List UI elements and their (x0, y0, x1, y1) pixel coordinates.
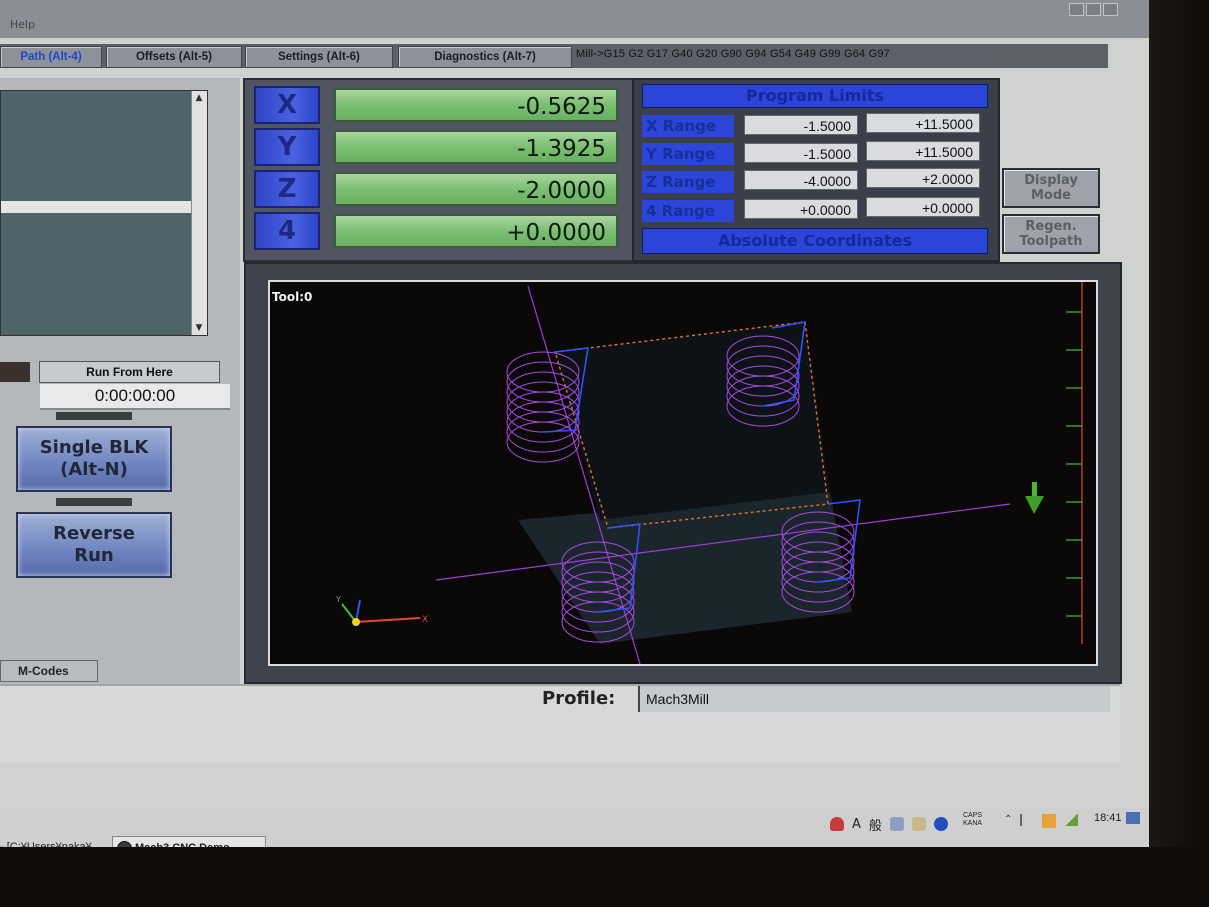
single-block-label: Single BLK (39, 437, 149, 458)
run-from-here-button[interactable]: Run From Here (39, 361, 220, 383)
y-range-label: Y Range (642, 143, 734, 165)
menu-help[interactable]: Help (10, 18, 35, 31)
z-axis-zero-button[interactable]: Z (254, 170, 320, 208)
gcode-status: Mill->G15 G2 G17 G40 G20 G90 G94 G54 G49… (576, 48, 890, 60)
minimize-icon[interactable] (1069, 3, 1084, 16)
monitor-bezel-right (1149, 0, 1209, 907)
caps-indicator: CAPS (963, 812, 983, 819)
scroll-down-icon[interactable]: ▼ (194, 323, 204, 333)
single-block-shortcut: (Alt-N) (60, 459, 128, 480)
z-dro-value[interactable]: -2.0000 (334, 172, 618, 206)
tool-position-arrow-icon (1025, 482, 1044, 514)
reverse-run-led (56, 498, 132, 506)
tool-number-label: Tool:0 (272, 290, 313, 304)
a-range-max: +0.0000 (866, 197, 980, 217)
ime-mode-indicator[interactable]: 般 (869, 815, 882, 834)
scroll-up-icon[interactable]: ▲ (194, 93, 204, 103)
show-desktop-icon[interactable] (1126, 812, 1140, 824)
tab-diagnostics[interactable]: Diagnostics (Alt-7) (398, 46, 572, 68)
security-icon[interactable] (830, 817, 844, 831)
a-dro-value[interactable]: +0.0000 (334, 214, 618, 248)
monitor-bezel-bottom (0, 847, 1209, 907)
ime-pad-icon[interactable] (911, 817, 926, 831)
reverse-run-button[interactable]: Reverse Run (16, 512, 172, 578)
taskbar-clock: 18:41 (1094, 812, 1122, 824)
z-scale-ticks (1066, 311, 1082, 617)
workpiece-shading (518, 492, 852, 644)
single-block-button[interactable]: Single BLK (Alt-N) (16, 426, 172, 492)
x-range-label: X Range (642, 115, 734, 137)
z-range-max: +2.0000 (866, 168, 980, 188)
toolpath-display[interactable]: X Y (268, 280, 1098, 666)
x-range-min: -1.5000 (744, 115, 858, 135)
flag-icon[interactable] (1020, 814, 1034, 826)
y-axis-zero-button[interactable]: Y (254, 128, 320, 166)
y-range-max: +11.5000 (866, 141, 980, 161)
window-controls (1069, 3, 1118, 16)
listbox-scrollbar[interactable]: ▲ ▼ (191, 91, 207, 335)
regen-toolpath-button[interactable]: Regen. Toolpath (1002, 214, 1100, 254)
caps-kana-indicator: CAPS KANA (963, 812, 982, 828)
system-tray: A 般 (830, 812, 948, 836)
tab-path[interactable]: Path (Alt-4) (0, 46, 102, 68)
toolpath-graphic: X Y (335, 282, 1083, 665)
y-range-min: -1.5000 (744, 143, 858, 163)
x-dro-value[interactable]: -0.5625 (334, 88, 618, 122)
display-mode-button[interactable]: Display Mode (1002, 168, 1100, 208)
a-axis-zero-button[interactable]: 4 (254, 212, 320, 250)
menu-bar: Help (0, 0, 1150, 38)
reverse-run-label-1: Reverse (53, 523, 135, 544)
profile-value: Mach3Mill (638, 686, 1110, 712)
network-icon[interactable] (1042, 814, 1057, 828)
ime-tool-icon[interactable] (889, 817, 904, 831)
y-dro-value[interactable]: -1.3925 (334, 130, 618, 164)
close-icon[interactable] (1103, 3, 1118, 16)
tab-settings[interactable]: Settings (Alt-6) (245, 46, 393, 68)
z-range-min: -4.0000 (744, 170, 858, 190)
single-blk-led (56, 412, 132, 420)
ime-a-indicator[interactable]: A (852, 817, 861, 832)
chevron-up-icon[interactable]: ⌃ (1004, 814, 1012, 828)
tab-offsets[interactable]: Offsets (Alt-5) (106, 46, 242, 68)
profile-label: Profile: (542, 688, 616, 709)
a-range-label: 4 Range (642, 200, 734, 222)
z-range-label: Z Range (642, 171, 734, 193)
help-icon[interactable] (933, 817, 948, 831)
axis-x-label: X (422, 615, 428, 625)
axis-triad-icon: X Y (335, 595, 428, 626)
program-limits-title: Program Limits (642, 84, 988, 108)
elapsed-timer: 0:00:00:00 (40, 384, 230, 410)
tray-icons: ⌃ (1004, 814, 1079, 828)
reverse-run-label-2: Run (74, 545, 114, 566)
status-led (0, 362, 30, 382)
m-codes-button[interactable]: M-Codes (0, 660, 98, 682)
maximize-icon[interactable] (1086, 3, 1101, 16)
kana-indicator: KANA (963, 820, 983, 827)
a-range-min: +0.0000 (744, 199, 858, 219)
absolute-coordinates-button[interactable]: Absolute Coordinates (642, 228, 988, 254)
axis-y-label: Y (335, 595, 341, 604)
x-range-max: +11.5000 (866, 113, 980, 133)
signal-icon[interactable] (1064, 814, 1079, 826)
x-axis-zero-button[interactable]: X (254, 86, 320, 124)
gcode-listbox[interactable]: ▲ ▼ (0, 90, 208, 336)
current-line-highlight (1, 201, 191, 213)
mach3-screen: Help Path (Alt-4) Offsets (Alt-5) Settin… (0, 0, 1150, 862)
